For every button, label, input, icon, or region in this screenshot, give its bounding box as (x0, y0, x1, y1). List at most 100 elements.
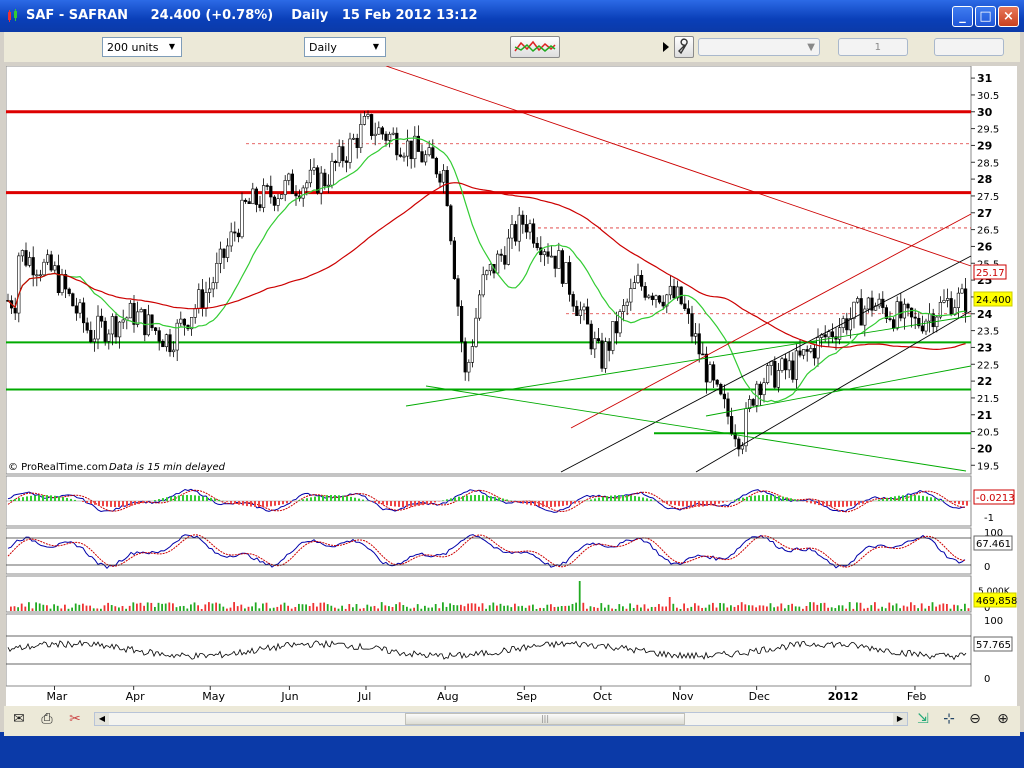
scroll-left-icon[interactable]: ◀ (95, 713, 109, 725)
volume-bar (521, 605, 523, 611)
candle-body (337, 146, 341, 164)
macd-histogram-bar (538, 501, 540, 507)
volume-bar (604, 607, 606, 611)
macd-histogram-bar (706, 501, 708, 506)
candle-body (481, 274, 485, 296)
macd-histogram-bar (546, 501, 548, 507)
chart-area[interactable]: 3130.53029.52928.52827.52726.52625.52524… (5, 65, 1017, 706)
volume-bar (442, 602, 444, 611)
volume-bar (503, 605, 505, 611)
scroll-right-icon[interactable]: ▶ (893, 713, 907, 725)
candle-body (452, 240, 457, 279)
volume-bar (737, 605, 739, 611)
volume-bar (89, 605, 91, 611)
candle-body (866, 297, 870, 310)
macd-histogram-bar (154, 500, 156, 501)
volume-bar (528, 605, 531, 611)
candle-body (575, 305, 579, 316)
scissors-icon[interactable]: ✂ (66, 710, 84, 728)
macd-histogram-bar (766, 495, 768, 501)
price-tick-label: 20.5 (977, 428, 999, 439)
volume-bar (694, 603, 696, 611)
candle-body (805, 349, 809, 352)
candle-body (683, 303, 687, 309)
macd-histogram-bar (50, 495, 52, 501)
x-tick-label: Aug (437, 690, 458, 703)
indicators-button[interactable] (510, 36, 560, 58)
candle-body (827, 331, 831, 338)
volume-bar (13, 606, 16, 611)
macd-histogram-bar (250, 501, 252, 507)
search-field[interactable] (934, 38, 1004, 56)
macd-histogram-bar (862, 501, 864, 504)
stochastic-value: 67.461 (976, 539, 1011, 550)
candle-body (798, 350, 802, 356)
candle-body (294, 193, 298, 197)
candle-body (24, 250, 28, 266)
macd-histogram-bar (238, 501, 240, 505)
candle-body (765, 365, 770, 383)
candlestick-app-icon (8, 9, 17, 22)
scroll-thumb[interactable]: ||| (405, 713, 685, 725)
horizontal-scrollbar[interactable]: ◀ ||| ▶ (94, 712, 908, 726)
candle-body (722, 393, 726, 400)
macd-histogram-bar (374, 501, 376, 503)
volume-bar (877, 608, 880, 611)
macd-histogram-bar (614, 495, 616, 501)
candle-body (686, 308, 690, 314)
volume-bar (967, 608, 970, 611)
candle-body (546, 251, 550, 257)
candle-body (373, 133, 377, 136)
macd-histogram-bar (674, 501, 676, 506)
candle-body (762, 382, 766, 396)
macd-histogram-bar (286, 501, 288, 504)
minimize-button[interactable]: _ (952, 6, 973, 27)
macd-histogram-bar (10, 499, 12, 501)
units-select[interactable]: 200 units ▼ (102, 37, 182, 57)
macd-histogram-bar (318, 495, 320, 501)
macd-histogram-bar (822, 501, 824, 506)
period-select[interactable]: Daily ▼ (304, 37, 386, 57)
zoom-in-icon[interactable]: ⊕ (994, 710, 1012, 728)
close-button[interactable]: × (998, 6, 1019, 27)
zoom-auto-icon[interactable]: ⊹ (940, 710, 958, 728)
macd-histogram-bar (370, 501, 372, 502)
candle-body (100, 315, 104, 322)
chart-canvas[interactable]: 3130.53029.52928.52827.52726.52625.52524… (5, 65, 1017, 706)
volume-bar (769, 603, 772, 611)
volume-bar (236, 606, 239, 611)
zoom-fit-icon[interactable]: ⇲ (914, 710, 932, 728)
chevron-right-icon[interactable] (662, 41, 670, 53)
volume-bar (762, 605, 765, 611)
volume-bar (575, 602, 577, 611)
drawing-tool-select[interactable]: ▼ (698, 38, 820, 56)
volume-bar (697, 605, 700, 611)
macd-histogram-bar (22, 497, 24, 501)
print-icon[interactable]: ⎙ (38, 710, 56, 728)
volume-bar (892, 605, 894, 611)
tools-button[interactable] (674, 36, 694, 58)
macd-histogram-bar (534, 501, 536, 506)
page-number-field[interactable]: 1 (838, 38, 908, 56)
volume-bar (420, 608, 423, 611)
volume-bar (445, 606, 448, 611)
candle-body (348, 138, 352, 163)
macd-histogram-bar (934, 498, 936, 501)
macd-histogram-bar (502, 498, 504, 501)
candle-body (326, 184, 331, 187)
macd-histogram-bar (478, 495, 480, 501)
volume-bar (272, 607, 275, 611)
status-bar: ✉ ⎙ ✂ ◀ ||| ▶ ⇲ ⊹ ⊖ ⊕ (4, 706, 1020, 732)
volume-bar (132, 602, 135, 611)
volume-bar (938, 604, 941, 611)
macd-histogram-bar (562, 501, 564, 506)
mail-icon[interactable]: ✉ (10, 710, 28, 728)
zoom-out-icon[interactable]: ⊖ (966, 710, 984, 728)
candle-body (654, 295, 658, 300)
maximize-button[interactable]: □ (975, 6, 996, 27)
volume-bar (449, 603, 451, 611)
price-tick-label: 26.5 (977, 226, 999, 237)
volume-bar (28, 602, 30, 611)
volume-bar (640, 607, 642, 611)
macd-tick: -1 (984, 513, 994, 524)
